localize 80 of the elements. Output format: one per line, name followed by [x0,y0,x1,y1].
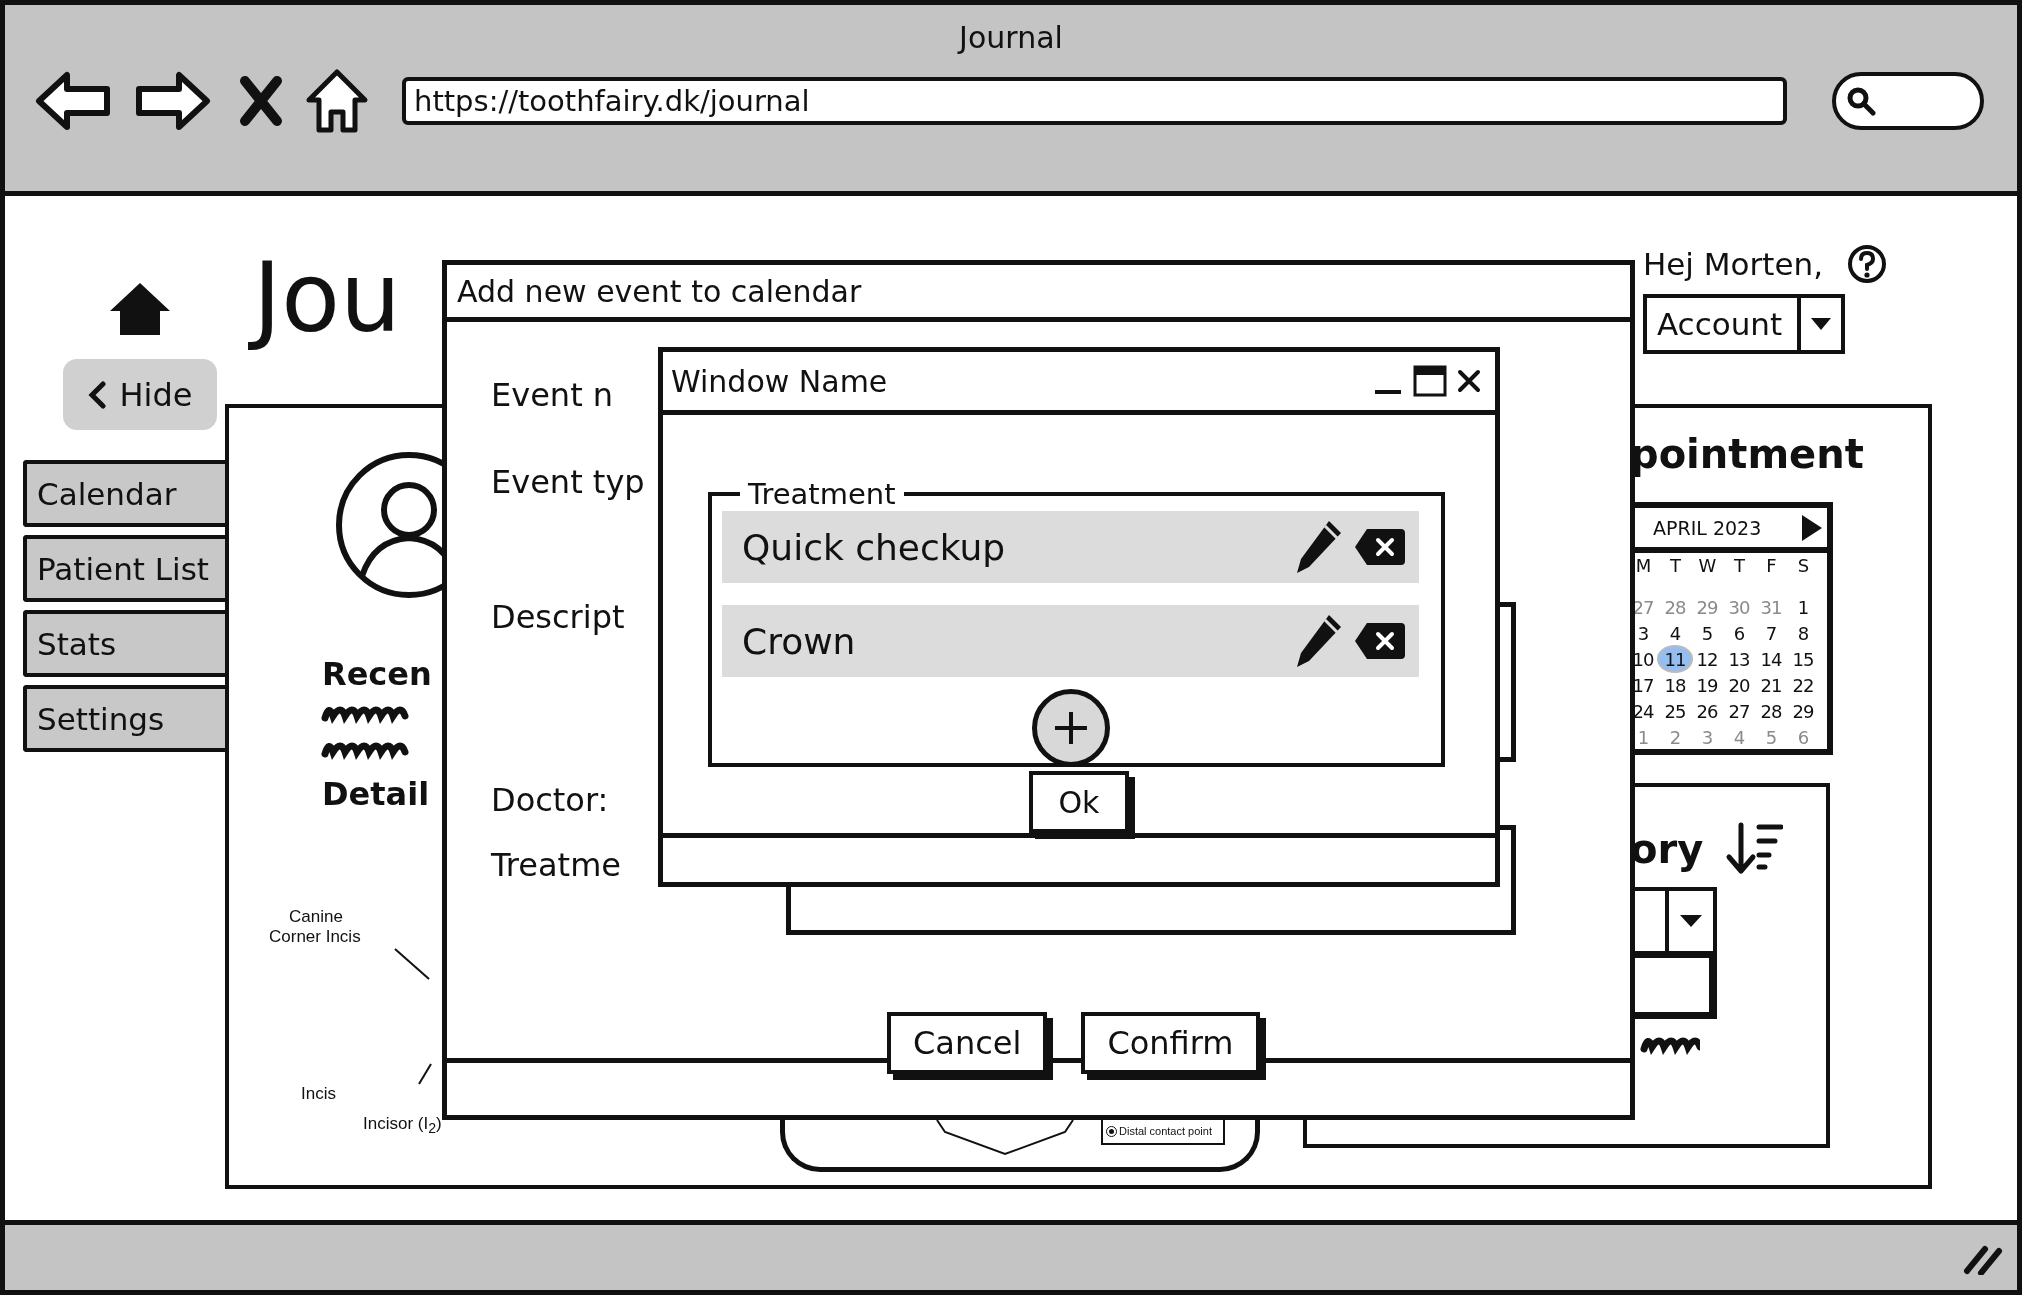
calendar-day[interactable]: 31 [1755,595,1787,619]
weekday-label: M [1634,553,1652,577]
calendar-day[interactable]: 2 [1659,725,1691,749]
calendar-day[interactable]: 12 [1691,647,1723,671]
delete-icon[interactable] [1353,621,1407,661]
weekday-label: S [1796,553,1810,577]
calendar-day[interactable]: 22 [1787,673,1819,697]
address-bar[interactable]: https://toothfairy.dk/journal [402,77,1787,125]
calendar-day[interactable]: 30 [1723,595,1755,619]
treatment-item[interactable]: Quick checkup [722,511,1419,583]
calendar-day[interactable]: 5 [1691,621,1723,645]
month-label: APRIL 2023 [1653,516,1762,539]
close-icon[interactable] [1457,369,1481,393]
sidebar-tab[interactable]: Settings [23,685,225,752]
calendar-day[interactable]: 4 [1659,621,1691,645]
weekday-label: T [1733,553,1746,577]
caret-down-icon [1810,318,1831,330]
calendar-day[interactable]: 1 [1787,595,1819,619]
calendar-day[interactable]: 13 [1723,647,1755,671]
dialog-title: Add new event to calendar [447,265,1630,322]
chart-label: Canine [289,907,343,927]
calendar-day[interactable]: 28 [1755,699,1787,723]
home-icon[interactable] [305,68,369,134]
caret-down-icon [1680,915,1702,927]
calendar-day[interactable]: 27 [1723,699,1755,723]
calendar-day[interactable]: 15 [1787,647,1819,671]
next-month-icon[interactable] [1801,513,1823,542]
weekday-label: W [1697,553,1717,577]
calendar-day[interactable]: 21 [1755,673,1787,697]
page-title: Jou [247,236,407,361]
field-label: Doctor: [491,780,609,821]
window-title: Window Name [671,363,889,399]
calendar-day[interactable]: 8 [1787,621,1819,645]
delete-icon[interactable] [1353,527,1407,567]
chart-label: Incisor (I$_{2}$) [363,1114,442,1137]
calendar-day[interactable]: 25 [1659,699,1691,723]
account-dropdown[interactable]: Account [1642,294,1845,354]
chevron-left-icon [87,380,106,409]
field-label: Treatme [491,845,621,886]
home-icon[interactable] [108,281,172,337]
forward-arrow-icon[interactable] [135,70,211,132]
field-label: Event typ [491,462,645,503]
treatment-item[interactable]: Crown [722,605,1419,677]
calendar-day[interactable]: 6 [1787,725,1819,749]
sidebar-tab[interactable]: Stats [23,610,225,677]
group-label: Treatment [747,477,897,511]
help-icon[interactable] [1847,244,1887,284]
sort-icon[interactable] [1725,821,1784,877]
window-title: Journal [956,19,1064,54]
calendar-day[interactable]: 26 [1691,699,1723,723]
chart-label: Corner Incis [269,927,361,947]
chart-label: Incis [301,1084,336,1104]
close-icon[interactable] [239,75,283,127]
weekday-label: F [1765,553,1777,577]
calendar-day[interactable]: 20 [1723,673,1755,697]
calendar-day[interactable]: 11 [1659,647,1691,671]
weekday-label: T [1669,553,1682,577]
sidebar-tab[interactable]: Calendar [23,460,225,527]
greeting-text: Hej Morten, [1642,246,1823,282]
section-heading: Detail [322,774,430,815]
hide-button[interactable]: Hide [63,359,217,430]
section-heading: Recen [322,654,432,695]
field-label: Event n [491,375,614,416]
section-heading: ory [1630,825,1704,874]
maximize-icon[interactable] [1413,365,1447,397]
search-field[interactable] [1832,72,1984,130]
calendar-day[interactable]: 29 [1691,595,1723,619]
sidebar-tab[interactable]: Patient List [23,535,225,602]
leader-line [417,1062,433,1086]
calendar-day[interactable]: 6 [1723,621,1755,645]
calendar-day[interactable]: 29 [1787,699,1819,723]
calendar-day[interactable]: 19 [1691,673,1723,697]
calendar-day[interactable]: 18 [1659,673,1691,697]
section-heading: pointment [1630,430,1864,479]
calendar-day[interactable]: 14 [1755,647,1787,671]
field-label: Descript [491,597,625,638]
back-arrow-icon[interactable] [35,70,111,132]
search-icon [1846,86,1876,116]
calendar-day[interactable]: 7 [1755,621,1787,645]
calendar-day[interactable]: 28 [1659,595,1691,619]
